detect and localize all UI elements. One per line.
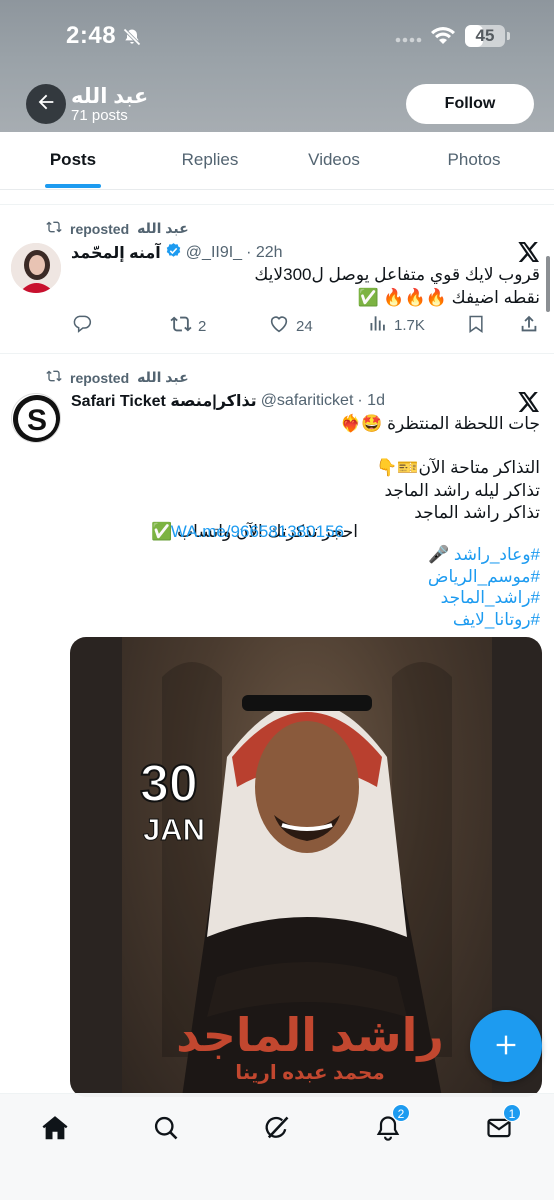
profile-screen: 2:48 45 عبد الله 71 posts Follow Posts R… bbox=[0, 0, 554, 1200]
profile-header: 2:48 45 عبد الله 71 posts Follow bbox=[0, 0, 554, 132]
post-author-row: آمنه إلمحّمد @_II9I_ · 22h bbox=[71, 242, 283, 264]
compose-button[interactable] bbox=[470, 1010, 542, 1082]
post-text-line: جات اللحظة المنتظرة 🤩❤️‍🔥 bbox=[340, 414, 540, 433]
post-time: · 1d bbox=[357, 392, 385, 409]
tab-replies[interactable]: Replies bbox=[170, 132, 250, 190]
heart-icon bbox=[268, 313, 290, 339]
battery-icon: 45 bbox=[465, 25, 505, 47]
post-time: · 22h bbox=[246, 244, 283, 261]
message-badge: 1 bbox=[503, 1104, 521, 1122]
tab-photos[interactable]: Photos bbox=[436, 132, 512, 190]
reposter-name: عبد الله bbox=[137, 369, 189, 385]
bookmark-icon bbox=[466, 313, 486, 339]
nav-home[interactable] bbox=[35, 1110, 75, 1150]
bottom-navigation: 2 1 bbox=[0, 1093, 554, 1200]
cellular-signal-icon bbox=[395, 33, 423, 51]
hashtag[interactable]: #راشد_الماجد bbox=[441, 586, 540, 609]
repost-count: 2 bbox=[198, 317, 207, 335]
plus-icon bbox=[492, 1031, 520, 1062]
post-text-line: تذاكر راشد الماجد bbox=[414, 503, 540, 522]
repost-icon bbox=[170, 313, 192, 339]
reposter-name: عبد الله bbox=[137, 220, 189, 236]
avatar[interactable] bbox=[11, 243, 61, 293]
repost-label: reposted bbox=[70, 220, 130, 237]
share-button[interactable] bbox=[518, 313, 540, 339]
tab-videos[interactable]: Videos bbox=[296, 132, 372, 190]
hashtag[interactable]: #وعاد_راشد 🎤 bbox=[428, 543, 540, 566]
scrollbar[interactable] bbox=[546, 256, 550, 312]
views-button[interactable]: 1.7K bbox=[368, 313, 425, 337]
svg-text:S: S bbox=[27, 404, 47, 437]
repost-button[interactable]: 2 bbox=[170, 313, 206, 339]
tab-posts[interactable]: Posts bbox=[35, 132, 111, 190]
nav-notifications[interactable]: 2 bbox=[368, 1104, 410, 1150]
active-tab-indicator bbox=[45, 184, 101, 188]
repost-icon bbox=[46, 368, 62, 387]
nav-grok[interactable] bbox=[257, 1110, 297, 1150]
follow-button[interactable]: Follow bbox=[406, 84, 534, 124]
poster-subtitle: محمد عبده ارينا bbox=[235, 1062, 385, 1084]
poster-date-month: JAN bbox=[142, 812, 206, 848]
status-time: 2:48 bbox=[66, 22, 117, 49]
nav-messages[interactable]: 1 bbox=[479, 1104, 521, 1150]
post-author-row: Safari Ticket تذاكر|منصة @safariticket ·… bbox=[71, 391, 385, 411]
post-text-line: التذاكر متاحة الآن🎫👇 bbox=[376, 458, 540, 477]
bookmark-button[interactable] bbox=[466, 313, 486, 339]
verified-badge-icon bbox=[165, 242, 182, 264]
nav-search[interactable] bbox=[146, 1110, 186, 1150]
like-count: 24 bbox=[296, 317, 313, 335]
post-text-line: نقطه اضيفك 🔥🔥🔥 ✅ bbox=[357, 288, 540, 307]
search-icon bbox=[152, 1114, 180, 1147]
poster-title: راشد الماجد bbox=[176, 1009, 444, 1061]
battery-text: 45 bbox=[475, 26, 495, 45]
home-icon bbox=[40, 1113, 70, 1148]
post-text-line: قروب لايك قوي متفاعل يوصل ل300لايك bbox=[254, 265, 540, 284]
poster-date-day: 30 bbox=[139, 754, 199, 814]
back-button[interactable] bbox=[26, 84, 66, 124]
bell-off-icon bbox=[122, 27, 142, 52]
profile-tabs: Posts Replies Videos Photos bbox=[0, 132, 554, 190]
author-name[interactable]: آمنه إلمحّمد bbox=[71, 243, 161, 263]
reply-button[interactable] bbox=[72, 313, 92, 337]
post-text-line: تذاكر ليله راشد الماجد bbox=[384, 481, 540, 500]
author-handle: @_II9I_ bbox=[185, 244, 243, 261]
repost-indicator: reposted عبد الله bbox=[46, 219, 189, 238]
divider bbox=[0, 204, 554, 205]
author-handle: @safariticket bbox=[260, 392, 354, 409]
hashtag[interactable]: #روتانا_لايف bbox=[453, 608, 540, 631]
post-link[interactable]: WA.me/966581380156 bbox=[171, 520, 344, 543]
battery-tip bbox=[507, 32, 510, 40]
divider bbox=[0, 353, 554, 354]
views-count: 1.7K bbox=[394, 316, 425, 334]
repost-label: reposted bbox=[70, 369, 130, 386]
views-icon bbox=[368, 313, 388, 337]
whatsapp-link[interactable]: WA.me/966581380156 bbox=[171, 522, 344, 541]
grok-icon bbox=[263, 1114, 291, 1147]
wifi-icon bbox=[430, 26, 456, 51]
repost-icon bbox=[46, 219, 62, 238]
avatar[interactable]: S bbox=[11, 393, 61, 443]
author-name[interactable]: Safari Ticket تذاكر|منصة bbox=[71, 391, 257, 411]
hashtag[interactable]: #موسم_الرياض bbox=[428, 565, 540, 588]
share-icon bbox=[518, 313, 540, 339]
profile-posts-count: 71 posts bbox=[71, 107, 128, 124]
post-actions: 2 24 1.7K bbox=[0, 313, 554, 339]
profile-name: عبد الله bbox=[71, 85, 149, 108]
like-button[interactable]: 24 bbox=[268, 313, 313, 339]
notification-badge: 2 bbox=[392, 1104, 410, 1122]
arrow-left-icon bbox=[35, 91, 57, 118]
repost-indicator: reposted عبد الله bbox=[46, 368, 189, 387]
reply-icon bbox=[72, 313, 92, 337]
